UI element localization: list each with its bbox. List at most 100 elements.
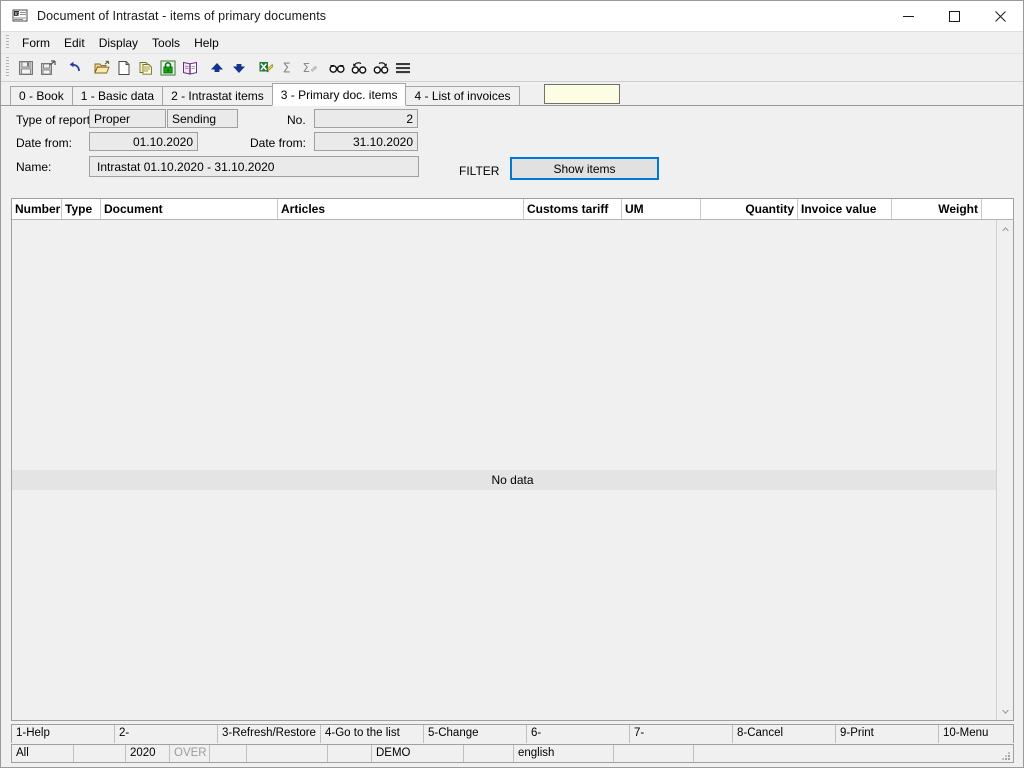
copy-button[interactable]	[135, 57, 157, 79]
export-excel-icon	[259, 61, 274, 72]
menu-item-tools[interactable]: Tools	[145, 34, 187, 52]
status-filler	[694, 745, 1013, 762]
type-of-report-label: Type of report:	[16, 113, 94, 127]
chevron-up-icon	[1001, 226, 1009, 231]
lock-icon	[160, 60, 176, 75]
grid-header-filler	[982, 199, 1013, 219]
name-label: Name:	[16, 160, 52, 174]
resize-grip[interactable]	[999, 749, 1011, 761]
toolbar-drag-grip[interactable]	[6, 57, 9, 78]
tab-2-intrastat-items[interactable]: 2 - Intrastat items	[162, 86, 273, 105]
find-button[interactable]	[326, 57, 348, 79]
status-cell	[614, 745, 694, 762]
no-field[interactable]: 2	[314, 109, 418, 128]
svg-text:Σ: Σ	[303, 61, 311, 75]
grid-column-header[interactable]: Document	[101, 199, 278, 219]
grid-column-header[interactable]: Invoice value	[798, 199, 892, 219]
form-area: Type of report: Proper Sending No. 2 Dat…	[1, 106, 1023, 198]
tab-3-primary-doc-items[interactable]: 3 - Primary doc. items	[271, 83, 407, 106]
grid-column-header[interactable]: Number	[12, 199, 62, 219]
function-key[interactable]: 2-	[115, 725, 218, 743]
tab-strip: 0 - Book 1 - Basic data 2 - Intrastat it…	[1, 82, 1023, 106]
tab-1-basic-data[interactable]: 1 - Basic data	[71, 86, 164, 105]
export-excel-button[interactable]	[255, 57, 277, 79]
grid-header-row: Number Type Document Articles Customs tariff…	[12, 199, 1013, 220]
save-as-icon	[41, 59, 56, 75]
filter-label: FILTER	[459, 164, 500, 178]
save-button[interactable]	[15, 57, 37, 79]
function-key-bar: 1-Help 2- 3-Refresh/Restore 4-Go to the lis…	[11, 724, 1014, 743]
function-key[interactable]: 4-Go to the list	[321, 725, 424, 743]
lock-button[interactable]	[157, 57, 179, 79]
function-key[interactable]: 3-Refresh/Restore	[218, 725, 321, 743]
maximize-button[interactable]	[931, 1, 977, 31]
status-cell: english	[514, 745, 614, 762]
scroll-up-button[interactable]	[997, 220, 1013, 237]
open-button[interactable]	[91, 57, 113, 79]
arrow-down-icon	[233, 63, 245, 73]
status-bar: All 2020 OVER DEMO english	[11, 744, 1014, 763]
items-grid: Number Type Document Articles Customs tariff…	[11, 198, 1014, 721]
grid-vertical-scrollbar[interactable]	[996, 220, 1013, 720]
function-key[interactable]: 1-Help	[12, 725, 115, 743]
undo-button[interactable]	[64, 57, 86, 79]
date-to-label: Date from:	[250, 136, 307, 150]
function-key[interactable]: 6-	[527, 725, 630, 743]
grid-column-header[interactable]: Quantity	[701, 199, 798, 219]
toolbar: Σ Σ	[1, 54, 1023, 82]
book-button[interactable]	[179, 57, 201, 79]
no-label: No.	[287, 113, 306, 127]
sum-subtotal-button[interactable]: Σ	[299, 57, 321, 79]
undo-icon	[69, 61, 80, 71]
status-cell	[328, 745, 372, 762]
date-from-field[interactable]: 01.10.2020	[89, 132, 198, 151]
function-key[interactable]: 9-Print	[836, 725, 939, 743]
name-field[interactable]: Intrastat 01.10.2020 - 31.10.2020	[89, 156, 419, 177]
minimize-button[interactable]	[885, 1, 931, 31]
move-up-button[interactable]	[206, 57, 228, 79]
copy-icon	[139, 61, 152, 75]
move-down-button[interactable]	[228, 57, 250, 79]
grid-column-header[interactable]: Type	[62, 199, 101, 219]
new-document-button[interactable]	[113, 57, 135, 79]
tab-0-book[interactable]: 0 - Book	[10, 86, 73, 105]
status-cell	[210, 745, 247, 762]
grid-column-header[interactable]: Customs tariff	[524, 199, 622, 219]
menu-item-help[interactable]: Help	[187, 34, 226, 52]
grid-column-header[interactable]: Articles	[278, 199, 524, 219]
function-key[interactable]: 8-Cancel	[733, 725, 836, 743]
close-button[interactable]	[977, 1, 1023, 31]
type-of-report-field[interactable]: Proper	[89, 109, 166, 128]
menu-bar: Form Edit Display Tools Help	[1, 32, 1023, 54]
svg-text:Σ: Σ	[283, 61, 291, 76]
show-items-button[interactable]: Show items	[510, 157, 659, 180]
find-previous-button[interactable]	[348, 57, 370, 79]
status-cell: OVER	[170, 745, 210, 762]
save-as-button[interactable]	[37, 57, 59, 79]
menu-item-edit[interactable]: Edit	[57, 34, 92, 52]
grid-column-header[interactable]: Weight	[892, 199, 982, 219]
window-controls	[885, 1, 1023, 31]
tab-4-list-of-invoices[interactable]: 4 - List of invoices	[405, 86, 520, 105]
function-key[interactable]: 5-Change	[424, 725, 527, 743]
minimize-icon	[902, 15, 914, 17]
status-cell: 2020	[126, 745, 170, 762]
scroll-down-button[interactable]	[997, 703, 1013, 720]
menu-item-form[interactable]: Form	[15, 34, 57, 52]
menu-lines-icon	[396, 62, 410, 73]
direction-field[interactable]: Sending	[167, 109, 238, 128]
function-key[interactable]: 10-Menu	[939, 725, 1024, 743]
date-to-field[interactable]: 31.10.2020	[314, 132, 418, 151]
menu-drag-grip[interactable]	[6, 35, 9, 50]
function-key[interactable]: 7-	[630, 725, 733, 743]
sum-subtotal-icon: Σ	[303, 61, 317, 75]
menu-item-display[interactable]: Display	[92, 34, 145, 52]
sum-button[interactable]: Σ	[277, 57, 299, 79]
grid-column-header[interactable]: UM	[622, 199, 701, 219]
menu-lines-button[interactable]	[392, 57, 414, 79]
grid-body: No data	[12, 220, 1013, 720]
find-icon	[329, 64, 345, 73]
find-next-button[interactable]	[370, 57, 392, 79]
svg-text:KZ: KZ	[15, 12, 21, 17]
tab-extra-input[interactable]	[543, 84, 620, 104]
